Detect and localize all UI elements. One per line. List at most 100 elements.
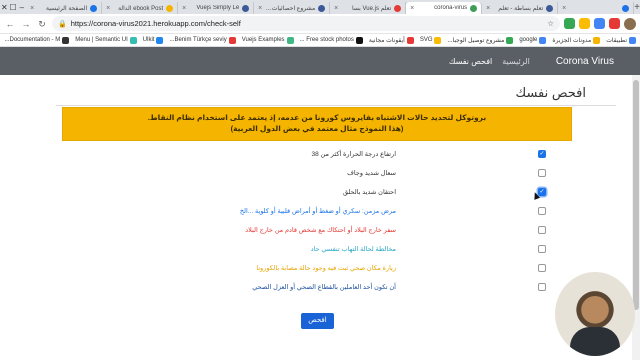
browser-tab[interactable]: × [558, 2, 635, 14]
browser-tab[interactable]: تعلم Vue.js بسا × [330, 2, 407, 14]
star-icon[interactable]: ☆ [547, 19, 554, 28]
bookmark-label: Menu | Semantic UI [75, 37, 128, 43]
tab-label: تعلم بساطة - تعلم [498, 5, 544, 12]
tab-close-icon[interactable]: × [562, 5, 566, 12]
bookmark-item[interactable]: أيقونات مجانية [368, 36, 414, 44]
bookmark-label: مشروع توصيل الوجبا... [447, 37, 505, 44]
symptom-label[interactable]: مخالطة لحالة التهاب تنفسي حاد [311, 245, 396, 253]
symptom-checkbox[interactable] [538, 225, 546, 234]
webcam-overlay [555, 272, 635, 356]
bookmark-label: أيقونات مجانية [368, 37, 405, 44]
browser-tab-bar: ✕ ☐ – الصفحة الرئيسية × ebook Post الدالة ×… [0, 0, 640, 14]
symptom-checkbox[interactable] [538, 149, 546, 158]
browser-tab[interactable]: Vuejs Simply Le × [178, 2, 255, 14]
bookmark-item[interactable]: مدونات الجزيرة [552, 36, 601, 44]
tab-label: corona-virus [434, 5, 468, 11]
bookmark-item[interactable]: Benim Türkçe seviy... [169, 36, 236, 44]
bookmark-label: Ulkit [142, 37, 155, 43]
window-close-button[interactable]: ✕ [0, 2, 9, 14]
tab-favicon-icon [90, 4, 98, 12]
extension-icon[interactable] [564, 18, 575, 29]
tab-favicon-icon [394, 4, 402, 12]
bookmark-item[interactable]: Vuejs Examples [241, 36, 294, 44]
extension-icon[interactable] [609, 18, 620, 29]
site-brand[interactable]: Corona Virus [556, 56, 614, 67]
symptom-label[interactable]: احتقان شديد بالحلق [343, 188, 396, 196]
profile-avatar[interactable] [624, 17, 636, 30]
symptom-label[interactable]: سعال شديد وجاف [347, 169, 396, 177]
symptom-checkbox[interactable] [538, 263, 546, 272]
extension-icon[interactable] [594, 18, 605, 29]
back-icon[interactable]: ← [4, 18, 16, 30]
window-maximize-button[interactable]: ☐ [9, 2, 18, 14]
tab-close-icon[interactable]: × [106, 5, 110, 12]
bookmark-icon [228, 36, 236, 44]
browser-tab[interactable]: مشروع احصائيات ك × [254, 2, 331, 14]
bookmark-item[interactable]: Documentation - M... [4, 36, 70, 44]
page-title: افحص نفسك [515, 85, 586, 100]
symptom-label[interactable]: أن تكون أحد العاملين بالقطاع الصحي أو ال… [252, 283, 396, 291]
tab-label: الصفحة الرئيسية [46, 5, 88, 12]
tab-label: تعلم Vue.js بسا [351, 5, 392, 12]
bookmark-item[interactable]: تطبيقات [606, 36, 636, 44]
bookmark-item[interactable]: SVG [420, 36, 442, 44]
browser-tab[interactable]: تعلم بساطة - تعلم × [482, 2, 559, 14]
symptom-row: أن تكون أحد العاملين بالقطاع الصحي أو ال… [70, 277, 546, 296]
symptom-checkbox[interactable] [538, 168, 546, 177]
bookmark-item[interactable]: google [519, 36, 547, 44]
bookmark-icon [593, 36, 601, 44]
symptom-label[interactable]: مرض مزمن: سكري أو ضغط أو أمراض قلبية أو … [240, 207, 396, 215]
bookmark-item[interactable]: مشروع توصيل الوجبا... [447, 36, 514, 44]
bookmark-label: google [519, 37, 538, 43]
symptom-row: زيارة مكان صحي ثبت فيه وجود حالة مصابة ب… [70, 258, 546, 277]
forward-icon[interactable]: → [20, 18, 32, 30]
symptom-checkbox[interactable] [538, 187, 546, 196]
browser-tab[interactable]: الصفحة الرئيسية × [26, 2, 103, 14]
divider [56, 105, 616, 106]
url-bar[interactable]: 🔒 https://corona-virus2021.herokuapp.com… [52, 16, 560, 31]
lock-icon: 🔒 [58, 20, 67, 28]
window-minimize-button[interactable]: – [17, 2, 26, 14]
tab-close-icon[interactable]: × [334, 5, 338, 12]
reload-icon[interactable]: ↻ [36, 18, 48, 30]
new-tab-button[interactable]: + [634, 2, 640, 14]
bookmark-item[interactable]: Menu | Semantic UI [75, 36, 137, 44]
symptom-row: مرض مزمن: سكري أو ضغط أو أمراض قلبية أو … [70, 201, 546, 220]
alert-line-2: (هذا النموذج مثال معتمد في بعض الدول الع… [230, 124, 404, 133]
symptom-label[interactable]: ارتفاع درجة الحرارة أكثر من 38 [312, 150, 397, 158]
symptom-checkbox[interactable] [538, 206, 546, 215]
symptom-row: سفر خارج البلاد أو احتكاك مع شخص قادم من… [70, 220, 546, 239]
symptom-label[interactable]: سفر خارج البلاد أو احتكاك مع شخص قادم من… [245, 226, 396, 234]
scrollbar-thumb[interactable] [633, 80, 639, 310]
tab-close-icon[interactable]: × [30, 5, 34, 12]
tab-close-icon[interactable]: × [182, 5, 186, 12]
nav-home-link[interactable]: الرئيسية [502, 57, 530, 66]
browser-tab[interactable]: corona-virus × [406, 2, 483, 14]
bookmark-label: Documentation - M... [4, 37, 61, 43]
bookmark-icon [629, 36, 636, 44]
nav-check-self-link[interactable]: افحص نفسك [449, 57, 492, 66]
bookmark-icon [434, 36, 442, 44]
symptom-checkbox[interactable] [538, 282, 546, 291]
alert-line-1: بروتوكل لتحديد حالات الاشتباه بفايروس كو… [147, 113, 487, 122]
bookmark-icon [62, 36, 70, 44]
bookmark-label: Vuejs Examples [241, 37, 285, 43]
address-bar-row: ← → ↻ 🔒 https://corona-virus2021.herokua… [0, 14, 640, 34]
extension-icon[interactable] [579, 18, 590, 29]
bookmark-label: مدونات الجزيرة [552, 37, 592, 44]
bookmark-icon [156, 36, 164, 44]
symptom-label[interactable]: زيارة مكان صحي ثبت فيه وجود حالة مصابة ب… [256, 264, 396, 272]
bookmark-item[interactable]: Ulkit [142, 36, 164, 44]
tab-close-icon[interactable]: × [486, 5, 490, 12]
symptom-checkbox[interactable] [538, 244, 546, 253]
check-submit-button[interactable]: افحص [301, 313, 334, 329]
symptom-row: احتقان شديد بالحلق [70, 182, 546, 201]
tab-close-icon[interactable]: × [410, 5, 414, 12]
browser-tab[interactable]: ebook Post الدالة × [102, 2, 179, 14]
bookmark-icon [129, 36, 137, 44]
tab-close-icon[interactable]: × [258, 5, 262, 12]
symptom-row: سعال شديد وجاف [70, 163, 546, 182]
bookmark-item[interactable]: Free stock photos ... [300, 36, 363, 44]
tab-favicon-icon [318, 4, 326, 12]
url-text: https://corona-virus2021.herokuapp.com/c… [70, 19, 241, 28]
